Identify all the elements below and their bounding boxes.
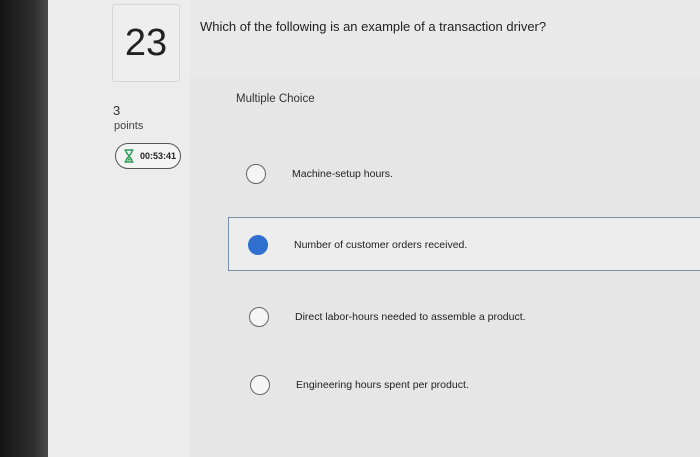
- radio-button-3[interactable]: [249, 307, 269, 327]
- answer-option-3[interactable]: Direct labor-hours needed to assemble a …: [249, 307, 526, 327]
- points-label: points: [114, 120, 144, 132]
- radio-button-4[interactable]: [250, 375, 270, 395]
- answer-option-label: Machine-setup hours.: [292, 168, 393, 180]
- answer-option-label: Number of customer orders received.: [294, 239, 468, 251]
- radio-button-2-selected[interactable]: [248, 235, 268, 255]
- screen-edge: [0, 0, 48, 457]
- answer-option-2[interactable]: Number of customer orders received.: [248, 235, 467, 255]
- answer-option-label: Engineering hours spent per product.: [296, 379, 469, 391]
- question-number: 23: [112, 4, 180, 82]
- answer-option-label: Direct labor-hours needed to assemble a …: [295, 311, 526, 323]
- radio-button-1[interactable]: [246, 164, 266, 184]
- timer-text: 00:53:41: [140, 151, 177, 161]
- question-text: Which of the following is an example of …: [200, 19, 547, 34]
- answer-option-4[interactable]: Engineering hours spent per product.: [250, 375, 469, 395]
- hourglass-icon: [124, 149, 134, 163]
- timer-badge[interactable]: 00:53:41: [115, 143, 181, 169]
- points-value: 3: [113, 103, 121, 118]
- question-type-label: Multiple Choice: [236, 93, 315, 105]
- answer-option-1[interactable]: Machine-setup hours.: [246, 164, 393, 184]
